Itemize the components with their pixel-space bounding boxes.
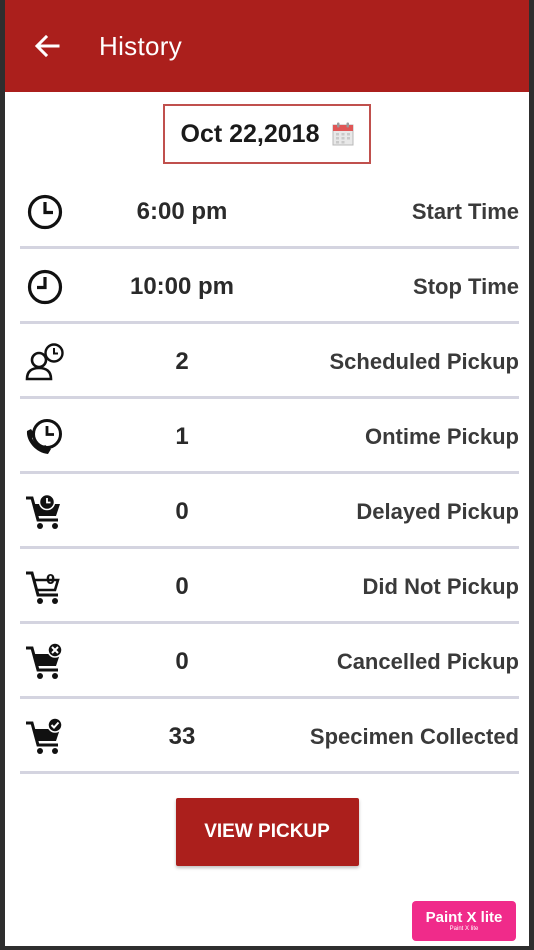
svg-text:0: 0 <box>46 573 55 588</box>
calendar-icon[interactable] <box>332 122 354 146</box>
stop-time-label: Stop Time <box>413 274 519 299</box>
start-time-label: Start Time <box>411 199 519 224</box>
history-list: 6:00 pm Start Time 10:00 pm Stop Time 2 … <box>5 174 529 774</box>
specimen-collected-label: Specimen Collected <box>309 724 519 749</box>
scheduled-pickup-label: Scheduled Pickup <box>329 349 520 374</box>
page-title: History <box>99 30 182 61</box>
action-area: VIEW PICKUP <box>5 798 529 866</box>
watermark-text: Paint X lite <box>425 909 503 926</box>
stop-time-value: 10:00 pm <box>129 273 235 300</box>
date-picker[interactable]: Oct 22,2018 <box>163 104 371 164</box>
scheduled-pickup-value: 2 <box>175 348 189 375</box>
back-button[interactable] <box>23 22 71 70</box>
cart-check-icon <box>26 717 63 754</box>
watermark-subtext: Paint X lite <box>449 926 479 932</box>
row-scheduled-pickup: 2 Scheduled Pickup <box>5 324 529 399</box>
delayed-pickup-label: Delayed Pickup <box>356 499 519 524</box>
row-divider <box>20 771 519 774</box>
watermark-badge: Paint X lite Paint X lite <box>412 901 516 941</box>
app-screen: History Oct 22,2018 6:00 pm Start Time 1… <box>5 0 529 946</box>
did-not-pickup-label: Did Not Pickup <box>362 574 519 599</box>
arrow-left-icon <box>34 34 60 58</box>
phone-clock-icon <box>26 419 62 454</box>
cart-cancel-icon <box>26 642 63 679</box>
delayed-pickup-value: 0 <box>175 498 189 525</box>
app-bar: History <box>5 0 529 92</box>
cart-clock-icon <box>26 493 60 529</box>
clock-icon <box>27 269 63 305</box>
date-value: Oct 22,2018 <box>180 119 320 148</box>
did-not-pickup-value: 0 <box>175 573 189 600</box>
start-time-value: 6:00 pm <box>136 198 228 225</box>
specimen-collected-value: 33 <box>168 723 196 750</box>
cart-empty-icon: 0 <box>26 571 60 604</box>
row-cancelled-pickup: 0 Cancelled Pickup <box>5 624 529 699</box>
row-ontime-pickup: 1 Ontime Pickup <box>5 399 529 474</box>
row-stop-time: 10:00 pm Stop Time <box>5 249 529 324</box>
person-clock-icon <box>25 343 64 381</box>
cancelled-pickup-value: 0 <box>175 648 189 675</box>
row-specimen-collected: 33 Specimen Collected <box>5 699 529 774</box>
row-delayed-pickup: 0 Delayed Pickup <box>5 474 529 549</box>
ontime-pickup-label: Ontime Pickup <box>364 424 519 449</box>
clock-icon <box>27 194 63 230</box>
row-start-time: 6:00 pm Start Time <box>5 174 529 249</box>
date-picker-wrapper: Oct 22,2018 <box>5 104 529 164</box>
row-did-not-pickup: 0 0 Did Not Pickup <box>5 549 529 624</box>
ontime-pickup-value: 1 <box>175 423 189 450</box>
view-pickup-button[interactable]: VIEW PICKUP <box>175 798 359 866</box>
cancelled-pickup-label: Cancelled Pickup <box>336 649 519 674</box>
